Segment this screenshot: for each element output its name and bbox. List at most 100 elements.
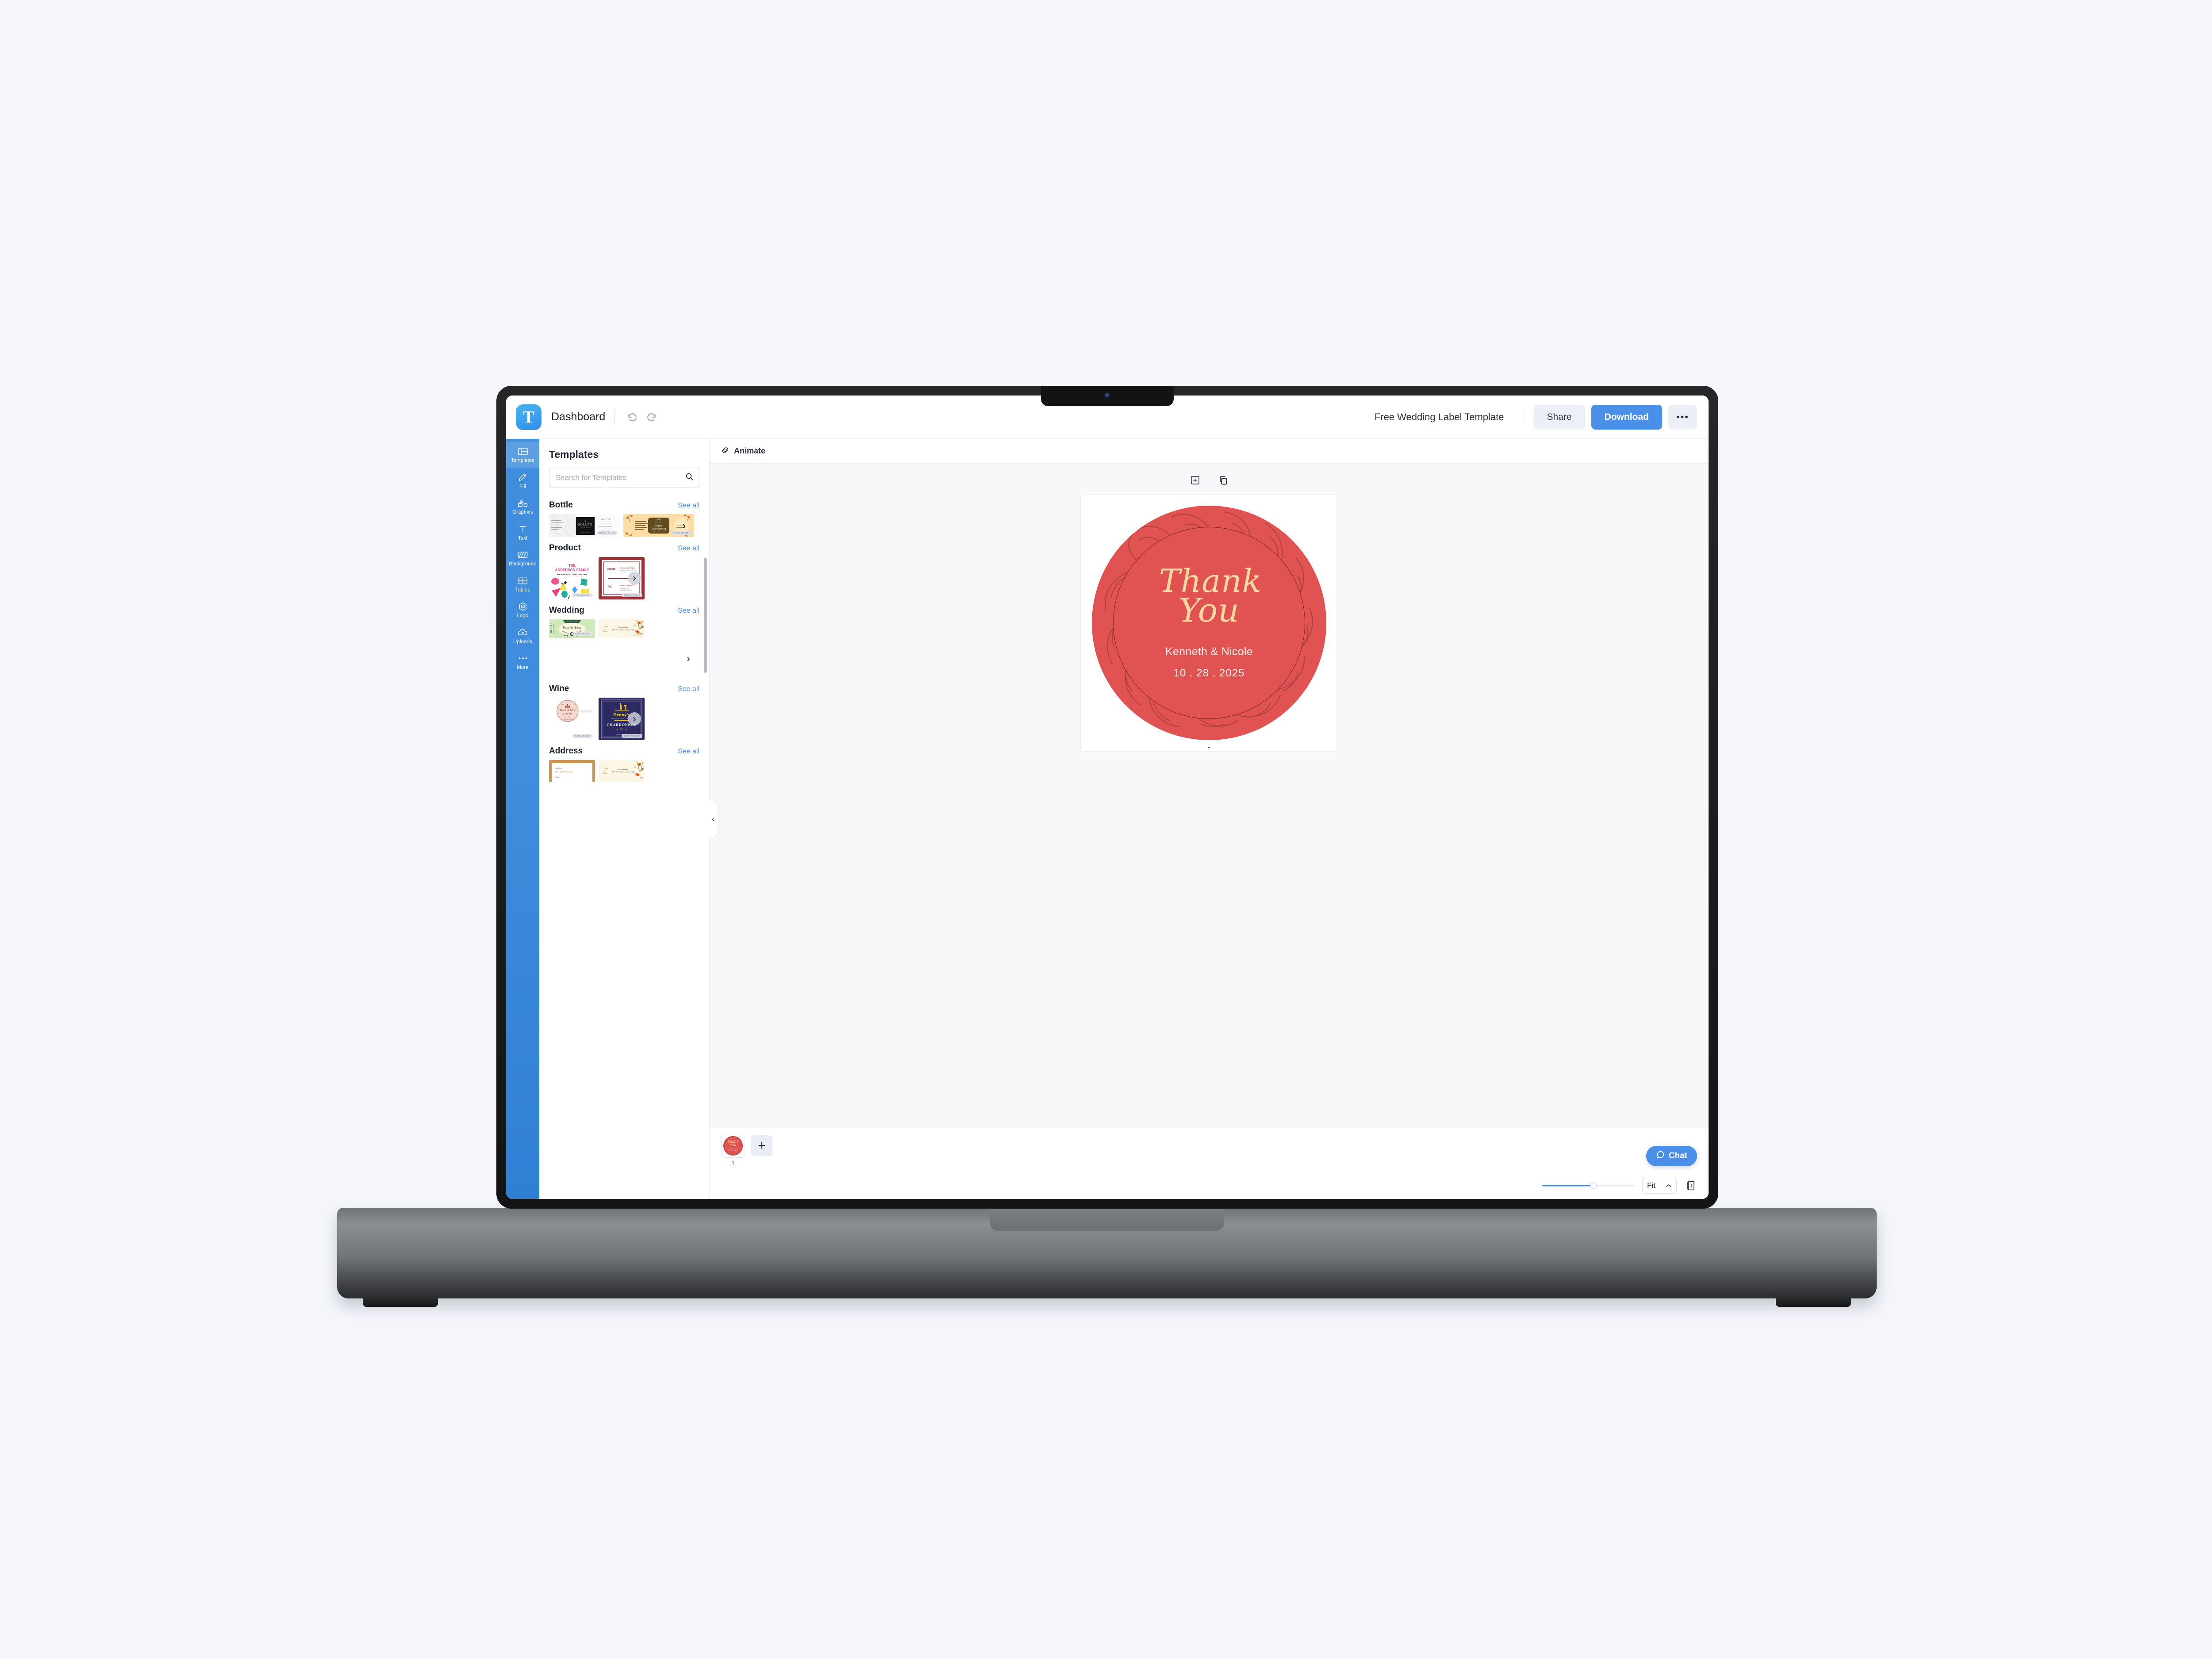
- sidebar-item-tables[interactable]: Tables: [506, 571, 539, 597]
- duplicate-icon[interactable]: [1217, 473, 1230, 487]
- template-badge: TEMPLATE.NET: [572, 734, 593, 738]
- carousel-next-wine[interactable]: ›: [628, 712, 641, 726]
- svg-text:1234 Main Street , Newyork Cit: 1234 Main Street , Newyork City: [612, 629, 635, 631]
- template-card[interactable]: EST 2021 Pierre-Antoine Carillon Dom / V…: [549, 698, 595, 740]
- see-all-wine[interactable]: See all: [678, 685, 699, 693]
- template-card[interactable]: HIGH STAR Happy Thanksgiving THE BEST WI…: [623, 514, 694, 537]
- template-card[interactable]: THE ANDERSON FAMILY PHOTO ALBUM · CHRIST…: [549, 557, 595, 599]
- sidebar-label: Graphics: [512, 510, 533, 515]
- sidebar-item-uploads[interactable]: Uploads: [506, 623, 539, 649]
- animate-toolbar: Animate: [710, 439, 1709, 464]
- wedding-date: 10 . 28 . 2025: [1173, 667, 1245, 679]
- dashboard-link[interactable]: Dashboard: [551, 411, 605, 423]
- design-artboard[interactable]: Thank You Kenneth & Nicole 10 . 28 . 202…: [1081, 495, 1337, 751]
- svg-text:Ethan D. William: Ethan D. William: [620, 585, 633, 587]
- pages-panel-button[interactable]: 1: [1684, 1179, 1697, 1193]
- document-title[interactable]: Free Wedding Label Template: [1375, 411, 1504, 423]
- redo-button[interactable]: [642, 408, 661, 426]
- panel-title: Templates: [549, 449, 599, 460]
- svg-text:1234 Main Street , Newyork Cit: 1234 Main Street , Newyork City: [612, 771, 635, 773]
- templates-scroll-region[interactable]: Bottle See all SOLUTE LIQUID SOAP NATURA…: [539, 492, 709, 1199]
- category-row-wine: EST 2021 Pierre-Antoine Carillon Dom / V…: [549, 698, 699, 740]
- canvas-tools: [1188, 473, 1230, 487]
- more-options-button[interactable]: •••: [1668, 404, 1697, 430]
- sidebar-label: Uploads: [513, 639, 532, 645]
- search-icon[interactable]: [685, 472, 694, 483]
- category-name: Address: [549, 746, 583, 756]
- download-button[interactable]: Download: [1591, 404, 1662, 430]
- collapse-pages-button[interactable]: ⌄: [1189, 741, 1229, 751]
- zoom-slider-handle[interactable]: [1590, 1182, 1597, 1189]
- ellipsis-icon: [518, 653, 528, 663]
- template-card[interactable]: John & Dena Green House 1234 Main Street…: [599, 619, 645, 638]
- svg-text:FROM:: FROM:: [607, 568, 616, 571]
- template-badge: TEMPLATE.NET: [621, 593, 642, 597]
- template-badge: TEMPLATE.NET: [572, 632, 593, 636]
- svg-text:Dena: Dena: [603, 630, 608, 633]
- carousel-next-bottle[interactable]: ›: [677, 519, 691, 532]
- template-badge: TEMPLATE.NET: [621, 734, 642, 738]
- carousel-next-wedding[interactable]: ›: [682, 652, 695, 665]
- app-logo-icon[interactable]: T: [516, 404, 541, 430]
- panel-scrollbar[interactable]: [704, 558, 707, 673]
- add-square-icon[interactable]: [1188, 473, 1202, 487]
- sidebar-item-text[interactable]: Text: [506, 519, 539, 545]
- template-card[interactable]: FROM: Cannon Auto Repair 34 Greenwich St…: [599, 557, 645, 599]
- laptop-mockup-scene: T Dashboard Free Wedding Label Template …: [0, 0, 2212, 1659]
- animate-label[interactable]: Animate: [734, 446, 765, 456]
- sidebar-item-logo[interactable]: Logo: [506, 597, 539, 623]
- laptop-base-notch: [990, 1208, 1224, 1231]
- see-all-address[interactable]: See all: [678, 748, 699, 756]
- see-all-wedding[interactable]: See all: [678, 607, 699, 615]
- thank-you-label[interactable]: Thank You Kenneth & Nicole 10 . 28 . 202…: [1092, 506, 1326, 740]
- svg-text:Green House: Green House: [618, 626, 628, 628]
- template-card[interactable]: John & Dena Green House 1234 Main Street…: [599, 760, 645, 782]
- template-card[interactable]: SOLUTE LIQUID SOAP NATURAL . 250 ML ♛ SO…: [549, 514, 620, 537]
- svg-text:♛: ♛: [584, 520, 586, 522]
- svg-text:✦: ✦: [625, 728, 627, 731]
- svg-text:Thanksgiving: Thanksgiving: [652, 528, 666, 530]
- thank-line-2: You: [1179, 591, 1240, 630]
- sidebar-item-fill[interactable]: Fill: [506, 468, 539, 494]
- page-thumbnail-1[interactable]: Thank You Kenneth & Nicole 10 . 28 . 202…: [721, 1134, 745, 1158]
- add-page-button[interactable]: +: [751, 1135, 772, 1156]
- zoom-level-select[interactable]: Fit: [1642, 1178, 1677, 1194]
- sidebar-label: Tables: [515, 587, 530, 593]
- undo-button[interactable]: [623, 408, 642, 426]
- sidebar-item-graphics[interactable]: Graphics: [506, 493, 539, 519]
- svg-text:1899: 1899: [620, 728, 623, 730]
- search-input[interactable]: [556, 473, 685, 482]
- see-all-bottle[interactable]: See all: [678, 502, 699, 510]
- text-t-icon: [518, 524, 528, 534]
- sidebar-item-more[interactable]: More: [506, 649, 539, 675]
- search-box[interactable]: [549, 468, 699, 488]
- see-all-product[interactable]: See all: [678, 545, 699, 553]
- svg-text:THE: THE: [568, 564, 576, 568]
- sidebar-label: Fill: [519, 484, 526, 489]
- label-inner-ring: Thank You Kenneth & Nicole 10 . 28 . 202…: [1113, 527, 1305, 719]
- svg-text:34 Greenwich St North Hampton,: 34 Greenwich St North Hampton,: [620, 569, 637, 571]
- svg-text:TO:: TO:: [607, 586, 612, 588]
- share-button[interactable]: Share: [1533, 404, 1585, 430]
- svg-text:&: &: [605, 770, 607, 772]
- sidebar-item-templates[interactable]: Templates: [506, 442, 539, 468]
- template-badge: TEMPLATE.NET: [596, 531, 618, 535]
- collapse-panel-button[interactable]: ‹: [709, 800, 718, 838]
- zoom-slider[interactable]: [1542, 1181, 1635, 1190]
- template-card[interactable]: Denny's WINE DISTILLERY CHARDONNAY ✦ 189…: [599, 698, 645, 740]
- category-header-bottle: Bottle See all: [549, 500, 699, 510]
- chevron-up-icon: [1666, 1181, 1672, 1190]
- svg-text:Book Label Template: Book Label Template: [555, 771, 573, 773]
- svg-text:Happy: Happy: [655, 525, 662, 527]
- shapes-icon: [518, 498, 528, 508]
- chat-button[interactable]: Chat: [1646, 1146, 1697, 1166]
- background-icon: [518, 550, 528, 560]
- webcam-icon: [1104, 392, 1110, 399]
- template-card[interactable]: DEEPER FALL IN LOVE 07 . 17 . 2025 Paul …: [549, 619, 595, 638]
- svg-text:Grand Rapids, MI 49503: Grand Rapids, MI 49503: [620, 589, 633, 591]
- svg-text:Name: Name: [555, 776, 560, 778]
- sidebar-item-background[interactable]: Background: [506, 545, 539, 571]
- category-row-wedding: DEEPER FALL IN LOVE 07 . 17 . 2025 Paul …: [549, 619, 699, 664]
- carousel-next-product[interactable]: ›: [628, 572, 641, 585]
- template-card[interactable]: Address Book Label Template Name: [549, 760, 595, 782]
